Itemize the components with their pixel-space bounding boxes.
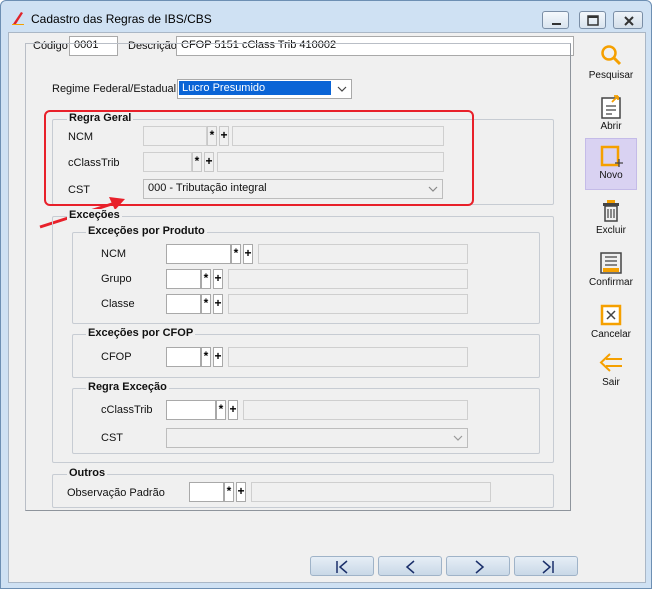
regra-excecao-cclasstrib-label: cClassTrib [101,404,153,416]
produto-classe-label: Classe [101,298,135,310]
last-record-button[interactable] [514,556,578,576]
cancelar-label: Cancelar [590,329,632,340]
regra-excecao-title: Regra Exceção [86,381,169,393]
close-icon [624,16,634,26]
obs-padrao-label: Observação Padrão [67,487,165,499]
cfop-label: CFOP [101,351,132,363]
sair-label: Sair [602,377,620,388]
previous-icon [405,560,415,574]
main-window: Cadastro das Regras de IBS/CBS Código 00… [0,0,652,589]
confirmar-label: Confirmar [589,277,633,288]
obs-padrao-input[interactable] [189,482,224,502]
obs-padrao-search-button[interactable]: * [224,482,234,502]
cancel-icon [600,304,622,326]
pesquisar-label: Pesquisar [588,70,634,81]
pesquisar-button[interactable]: Pesquisar [585,39,637,91]
next-icon [475,560,485,574]
last-icon [542,560,554,574]
produto-grupo-label: Grupo [101,273,132,285]
first-record-button[interactable] [310,556,374,576]
produto-grupo-description [228,269,468,289]
cfop-description [228,347,468,367]
excluir-label: Excluir [595,225,626,236]
novo-button[interactable]: Novo [585,138,637,190]
cfop-search-button[interactable]: * [201,347,211,367]
novo-label: Novo [599,170,623,181]
regra-excecao-cclasstrib-description [243,400,468,420]
window-title: Cadastro das Regras de IBS/CBS [31,12,212,26]
regime-select[interactable]: Lucro Presumido [177,79,352,99]
produto-ncm-add-button[interactable]: + [243,244,253,264]
save-icon [600,252,622,274]
minimize-button[interactable] [542,11,569,29]
chevron-down-icon[interactable] [334,81,350,97]
produto-classe-input[interactable] [166,294,201,314]
close-button[interactable] [613,11,643,29]
obs-padrao-add-button[interactable]: + [236,482,246,502]
open-document-icon [601,95,621,119]
cancelar-button[interactable]: Cancelar [585,298,637,350]
excecoes-title: Exceções [67,209,122,221]
produto-ncm-search-button[interactable]: * [231,244,241,264]
title-bar: Cadastro das Regras de IBS/CBS [1,1,651,33]
regime-label: Regime Federal/Estadual [52,83,177,95]
app-icon [12,12,24,25]
sair-button[interactable]: Sair [585,346,637,398]
produto-ncm-input[interactable] [166,244,231,264]
new-document-icon [600,145,623,167]
regra-excecao-cst-select[interactable] [166,428,468,448]
next-record-button[interactable] [446,556,510,576]
trash-icon [603,200,619,222]
produto-classe-description [228,294,468,314]
chevron-down-icon[interactable] [450,430,466,446]
produto-ncm-description [258,244,468,264]
cfop-add-button[interactable]: + [213,347,223,367]
exit-arrow-icon [599,353,622,372]
produto-classe-search-button[interactable]: * [201,294,211,314]
restore-icon [587,15,599,26]
abrir-button[interactable]: Abrir [585,90,637,142]
regra-excecao-cst-label: CST [101,432,123,444]
excecoes-produto-title: Exceções por Produto [86,225,207,237]
excluir-button[interactable]: Excluir [585,194,637,246]
search-icon [601,45,622,66]
minimize-icon [552,23,561,25]
produto-grupo-input[interactable] [166,269,201,289]
regra-excecao-cclasstrib-add-button[interactable]: + [228,400,238,420]
cfop-input[interactable] [166,347,201,367]
previous-record-button[interactable] [378,556,442,576]
produto-classe-add-button[interactable]: + [213,294,223,314]
maximize-button[interactable] [579,11,606,29]
produto-grupo-add-button[interactable]: + [213,269,223,289]
regra-excecao-cclasstrib-search-button[interactable]: * [216,400,226,420]
produto-grupo-search-button[interactable]: * [201,269,211,289]
produto-ncm-label: NCM [101,248,127,260]
outros-title: Outros [67,467,108,479]
regra-excecao-cclasstrib-input[interactable] [166,400,216,420]
first-icon [336,560,348,574]
regime-selected-value: Lucro Presumido [179,81,331,95]
excecoes-cfop-title: Exceções por CFOP [86,327,196,339]
obs-padrao-description [251,482,491,502]
confirmar-button[interactable]: Confirmar [585,246,637,298]
abrir-label: Abrir [600,121,622,132]
